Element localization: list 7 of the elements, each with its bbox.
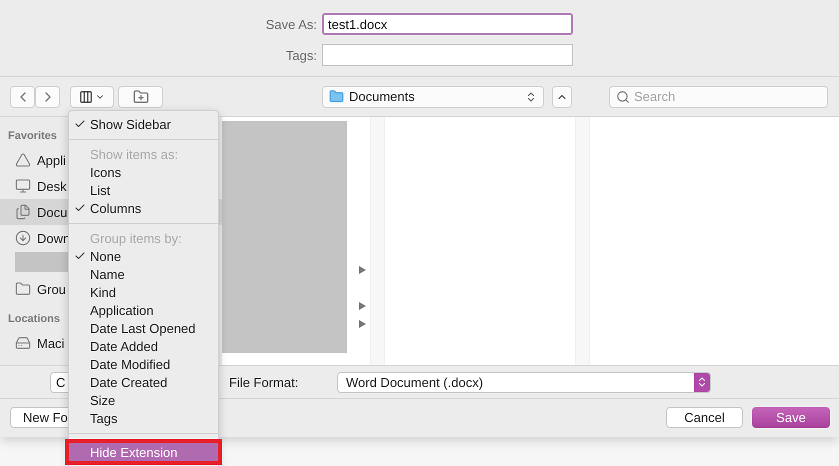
sidebar-section-title: Locations [8,312,60,327]
sidebar-section-title: Favorites [8,129,57,144]
save-as-label: Save As: [266,16,318,32]
menu-header: Show items as: [89,146,180,163]
tags-label: Tags: [286,48,318,62]
menu-header: Group items by: [89,230,183,247]
file-format-label: File Format: [229,374,300,390]
